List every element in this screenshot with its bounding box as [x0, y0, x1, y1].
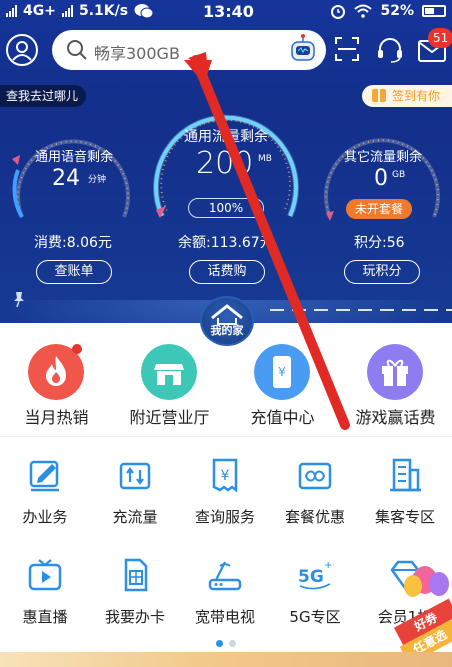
svg-text:++: ++	[324, 560, 334, 571]
customer-service-icon[interactable]	[376, 36, 404, 64]
service-label: 查询服务	[194, 508, 255, 526]
scan-icon[interactable]	[334, 36, 360, 62]
topup-buy-button[interactable]: 话费购	[189, 260, 265, 284]
5g-icon: 5G ++	[298, 560, 334, 590]
service-label: 我要办卡	[104, 608, 165, 626]
use-points-button[interactable]: 玩积分	[344, 260, 420, 284]
receipt-icon: ¥	[212, 458, 238, 493]
service-buy-data[interactable]: 充流量	[90, 456, 180, 536]
checkin-pill[interactable]: 签到有你	[362, 85, 452, 107]
gift-icon	[372, 89, 386, 102]
feature-label: 当月热销	[24, 408, 89, 427]
voice-gauge-unit: 分钟	[88, 175, 107, 185]
cell-signal-icon-2	[61, 5, 73, 17]
phone-recharge-icon: ¥	[254, 344, 310, 400]
new-indicator-dot	[72, 344, 82, 354]
feature-monthly-hot[interactable]: 当月热销	[0, 344, 113, 432]
other-data-gauge-title: 其它流量剩余	[343, 150, 422, 165]
service-broadband-tv[interactable]: 宽带电视	[180, 556, 270, 636]
spend-text: 消费:8.06元	[34, 235, 112, 251]
checkin-label: 签到有你	[392, 89, 441, 103]
building-icon	[390, 458, 421, 492]
store-icon	[141, 344, 197, 400]
battery-icon	[422, 5, 446, 17]
service-label: 充流量	[112, 508, 158, 526]
edit-document-icon	[29, 460, 59, 492]
feature-nearby-store[interactable]: 附近营业厅	[113, 344, 226, 432]
search-placeholder: 畅享300GB	[94, 44, 180, 63]
data-gauge-unit: MB	[258, 154, 272, 164]
service-query[interactable]: ¥ 查询服务	[180, 456, 270, 536]
wechat-icon	[134, 4, 154, 19]
robot-assistant-icon[interactable]	[288, 34, 318, 66]
coupon-promo-sticker[interactable]: 好券 任意选	[393, 560, 452, 665]
data-gauge-value: 200	[196, 146, 254, 181]
service-package-offers[interactable]: 套餐优惠	[270, 456, 360, 536]
network-speed: 5.1K/s	[78, 3, 129, 19]
my-home-label: 我的家	[210, 324, 244, 337]
service-label: 宽带电视	[194, 608, 255, 626]
infinity-package-icon	[298, 462, 332, 490]
feature-label: 附近营业厅	[129, 408, 210, 427]
voice-gauge-value: 24	[52, 166, 80, 191]
search-bar[interactable]: 畅享300GB	[52, 30, 326, 70]
clock: 13:40	[203, 2, 254, 21]
service-label: 办业务	[22, 508, 68, 526]
user-icon	[12, 41, 32, 61]
feature-label: 充值中心	[250, 408, 315, 427]
feature-game-credit[interactable]: 游戏赢话费	[339, 344, 452, 432]
service-enterprise-zone[interactable]: 集客专区	[360, 456, 450, 536]
service-live-stream[interactable]: 惠直播	[0, 556, 90, 636]
feature-recharge-center[interactable]: ¥ 充值中心	[226, 344, 339, 432]
profile-avatar-button[interactable]	[6, 34, 38, 66]
data-gauge-title: 通用流量剩余	[184, 129, 268, 145]
battery-percent: 52%	[380, 3, 414, 19]
visited-places-pill[interactable]: 查我去过哪儿	[0, 85, 87, 107]
feature-label: 游戏赢话费	[355, 408, 436, 427]
other-data-gauge-unit: GB	[392, 170, 406, 180]
sim-card-icon	[124, 558, 148, 592]
service-5g-zone[interactable]: 5G ++ 5G专区	[270, 556, 360, 636]
router-icon	[208, 561, 242, 591]
balance-text: 余额:113.67元	[178, 235, 274, 251]
search-icon	[67, 40, 87, 60]
gift-box-icon	[367, 344, 423, 400]
service-handle-business[interactable]: 办业务	[0, 456, 90, 536]
svg-text:¥: ¥	[278, 365, 286, 379]
no-plan-chip[interactable]: 未开套餐	[346, 199, 412, 219]
pin-icon[interactable]	[10, 290, 28, 308]
page-dot[interactable]	[229, 640, 236, 647]
decorative-dashed-line	[270, 309, 452, 311]
page-indicator	[216, 640, 236, 647]
service-label: 5G专区	[289, 608, 341, 626]
view-bill-button[interactable]: 查账单	[36, 260, 112, 284]
voice-gauge-title: 通用语音剩余	[34, 150, 113, 165]
other-data-gauge-value: 0	[374, 166, 388, 191]
network-type: 4G+	[23, 3, 56, 19]
service-label: 集客专区	[374, 508, 435, 526]
section-divider	[0, 436, 452, 437]
service-label: 惠直播	[22, 608, 68, 626]
cell-signal-icon	[6, 5, 17, 17]
status-bar: 4G+ 5.1K/s 13:40 52%	[0, 0, 452, 24]
alarm-icon	[331, 5, 346, 19]
data-percent-chip: 100%	[188, 198, 264, 218]
svg-text:5G: 5G	[298, 567, 324, 587]
wifi-icon	[354, 4, 373, 18]
points-text: 积分:56	[354, 235, 405, 251]
service-label: 套餐优惠	[284, 508, 345, 526]
tv-play-icon	[28, 559, 62, 591]
message-count-badge: 51	[428, 28, 452, 48]
svg-text:¥: ¥	[221, 468, 230, 484]
bottom-banner[interactable]	[0, 652, 452, 667]
data-transfer-icon	[119, 462, 151, 490]
my-home-button[interactable]: 我的家	[200, 296, 254, 346]
page-dot-active[interactable]	[216, 640, 223, 647]
service-get-sim[interactable]: 我要办卡	[90, 556, 180, 636]
